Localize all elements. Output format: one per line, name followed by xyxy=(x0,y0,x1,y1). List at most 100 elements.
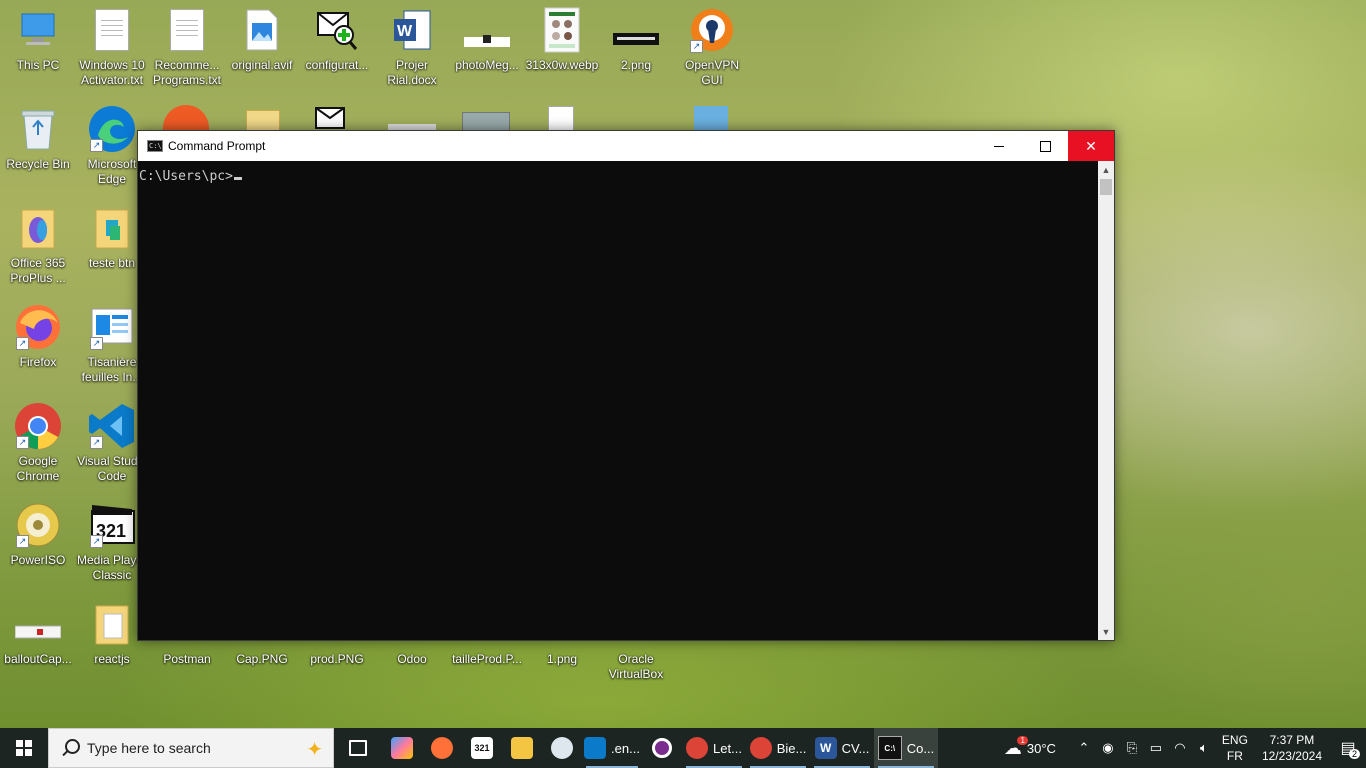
desktop-icon-chrome[interactable]: ↗ Google Chrome xyxy=(0,402,76,498)
openvpn-icon: ↗ xyxy=(688,6,736,54)
taskbar-chrome-2[interactable]: Bie... xyxy=(746,728,810,768)
desktop-icon-label: Windows 10 Activator.txt xyxy=(79,58,145,87)
shortcut-arrow-icon: ↗ xyxy=(90,139,103,152)
document-shortcut-icon: ↗ xyxy=(88,303,136,351)
start-button[interactable] xyxy=(0,728,48,768)
taskbar-paint[interactable] xyxy=(542,728,582,768)
desktop-icon-label: Cap.PNG xyxy=(236,652,288,666)
record-icon[interactable]: ◉ xyxy=(1096,728,1120,768)
window-titlebar[interactable]: C:\ Command Prompt ✕ xyxy=(138,131,1114,161)
vertical-scrollbar[interactable]: ▲ ▼ xyxy=(1098,161,1114,640)
weather-widget[interactable]: ☁ 1 30°C xyxy=(994,728,1066,768)
desktop-icon-configuration[interactable]: configurat... xyxy=(299,6,375,102)
desktop-icon-label: tailleProd.P... xyxy=(452,652,522,666)
clock-time: 7:37 PM xyxy=(1269,733,1315,747)
notification-center-button[interactable]: ▤ 2 xyxy=(1330,728,1366,768)
recycle-bin-icon xyxy=(14,105,62,153)
desktop-icon-firefox[interactable]: ↗ Firefox xyxy=(0,303,76,399)
desktop-icon-photomeg[interactable]: photoMeg... xyxy=(449,6,525,102)
weather-temperature: 30°C xyxy=(1026,740,1056,756)
desktop-icon-label: Recomme... Programs.txt xyxy=(152,58,221,87)
shortcut-arrow-icon: ↗ xyxy=(16,436,29,449)
show-hidden-icons-chevron-icon[interactable]: ⌃ xyxy=(1072,728,1096,768)
taskbar: Type here to search ✦ 321 .en... Let... … xyxy=(0,728,1366,768)
shortcut-arrow-icon: ↗ xyxy=(90,337,103,350)
chrome-icon xyxy=(749,737,772,759)
taskbar-item-label: Let... xyxy=(713,740,742,756)
taskbar-file-explorer[interactable] xyxy=(502,728,542,768)
minimize-button[interactable] xyxy=(976,131,1022,161)
desktop-icon-projer-rial[interactable]: W Projer Rial.docx xyxy=(374,6,450,102)
svg-text:W: W xyxy=(397,23,413,40)
firefox-icon: ↗ xyxy=(14,303,62,351)
clock[interactable]: 7:37 PM 12/23/2024 xyxy=(1254,732,1330,764)
desktop-icon-label: 313x0w.webp xyxy=(525,58,599,72)
hidden-folder-icon xyxy=(246,110,280,132)
search-highlight-icon: ✦ xyxy=(306,739,323,761)
maximize-button[interactable] xyxy=(1022,131,1068,161)
desktop-icon-original-avif[interactable]: original.avif xyxy=(224,6,300,102)
desktop-icon-label: Office 365 ProPlus ... xyxy=(10,256,66,285)
taskbar-item-label: Bie... xyxy=(776,740,807,756)
image-thumbnail-icon xyxy=(14,600,62,648)
taskbar-firefox[interactable] xyxy=(422,728,462,768)
hidden-icon xyxy=(694,106,728,130)
desktop-icon-office365[interactable]: Office 365 ProPlus ... xyxy=(0,204,76,300)
cmd-app-icon: C:\ xyxy=(147,140,163,152)
close-icon: ✕ xyxy=(1085,137,1097,154)
scroll-down-arrow-icon[interactable]: ▼ xyxy=(1098,623,1114,640)
desktop-icon-label: Projer Rial.docx xyxy=(387,58,437,87)
desktop-icon-label: PowerISO xyxy=(10,553,66,567)
desktop-icon-label: Odoo xyxy=(397,652,427,666)
taskbar-task-view[interactable] xyxy=(334,728,382,768)
word-document-icon: W xyxy=(388,6,436,54)
search-box[interactable]: Type here to search ✦ xyxy=(48,728,334,768)
clock-date: 12/23/2024 xyxy=(1261,749,1322,763)
image-thumbnail-icon xyxy=(463,6,511,54)
taskbar-vscode[interactable]: .en... xyxy=(582,728,642,768)
desktop-icon-openvpn[interactable]: ↗ OpenVPN GUI xyxy=(674,6,750,102)
maximize-icon xyxy=(1039,140,1051,152)
wifi-icon[interactable]: ◠ xyxy=(1168,728,1192,768)
weather-badge: 1 xyxy=(1017,735,1028,745)
desktop-icon-this-pc[interactable]: This PC xyxy=(0,6,76,102)
taskbar-command-prompt[interactable]: C:\ Co... xyxy=(874,728,938,768)
volume-icon[interactable]: 🔈︎ xyxy=(1192,728,1216,768)
image-thumbnail-icon xyxy=(612,6,660,54)
language-indicator[interactable]: ENG FR xyxy=(1216,732,1254,764)
taskbar-media-player[interactable]: 321 xyxy=(462,728,502,768)
taskbar-copilot[interactable] xyxy=(382,728,422,768)
taskbar-obs[interactable] xyxy=(642,728,682,768)
scroll-up-arrow-icon[interactable]: ▲ xyxy=(1098,161,1114,178)
folder-icon xyxy=(88,204,136,252)
media-player-icon: 321 xyxy=(471,737,493,759)
image-file-icon xyxy=(238,6,286,54)
desktop-icon-label: reactjs xyxy=(94,652,130,666)
camera-icon[interactable]: ⎘ xyxy=(1120,728,1144,768)
taskbar-word[interactable]: W CV... xyxy=(810,728,874,768)
search-placeholder: Type here to search xyxy=(87,740,211,756)
keyboard-layout: FR xyxy=(1226,749,1243,763)
desktop-icon-label: Firefox xyxy=(19,355,57,369)
console-area[interactable]: C:\Users\pc> xyxy=(138,161,1099,640)
scrollbar-thumb[interactable] xyxy=(1100,179,1112,195)
desktop-icon-activator[interactable]: Windows 10 Activator.txt xyxy=(74,6,150,102)
close-button[interactable]: ✕ xyxy=(1068,131,1114,161)
taskbar-item-label: .en... xyxy=(611,740,640,756)
desktop-icon-label: original.avif xyxy=(231,58,293,72)
desktop-icon-2png[interactable]: 2.png xyxy=(598,6,674,102)
desktop-icon-recycle-bin[interactable]: Recycle Bin xyxy=(0,105,76,201)
shortcut-arrow-icon: ↗ xyxy=(16,535,29,548)
desktop-icon-recommended-programs[interactable]: Recomme... Programs.txt xyxy=(149,6,225,102)
battery-icon[interactable]: ▭ xyxy=(1144,728,1168,768)
desktop-icon-313x0w[interactable]: 313x0w.webp xyxy=(524,6,600,102)
desktop-icon-poweriso[interactable]: ↗ PowerISO xyxy=(0,501,76,597)
chrome-icon: ↗ xyxy=(14,402,62,450)
desktop-icon-balloutcap[interactable]: balloutCap... xyxy=(0,600,76,696)
taskbar-chrome-1[interactable]: Let... xyxy=(682,728,746,768)
hidden-document-icon xyxy=(548,106,574,132)
computer-icon xyxy=(14,6,62,54)
command-prompt-window[interactable]: C:\ Command Prompt ✕ C:\Users\pc> ▲ ▼ xyxy=(137,130,1115,641)
desktop-icon-label: balloutCap... xyxy=(4,652,72,666)
text-cursor xyxy=(233,177,242,180)
